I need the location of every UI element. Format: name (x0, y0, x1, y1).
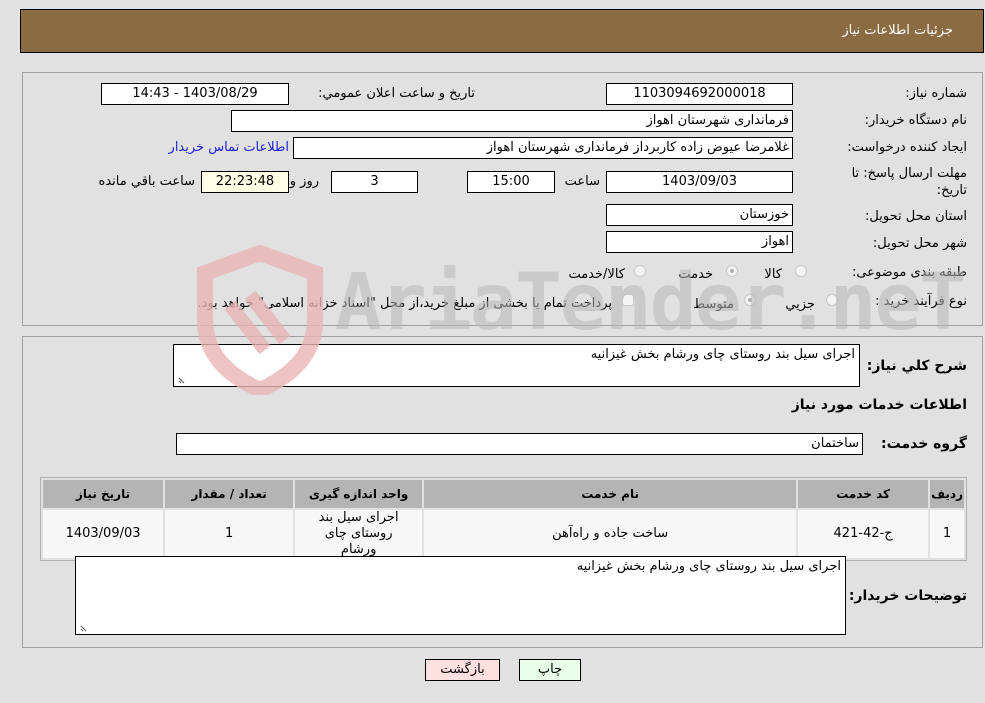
province-field[interactable]: خوزستان (606, 204, 793, 226)
announce-label: تاریخ و ساعت اعلان عمومي: (318, 86, 475, 101)
summary-textarea[interactable]: اجرای سیل بند روستای چای ورشام بخش غیزان… (173, 344, 860, 387)
cell-quantity: 1 (165, 510, 294, 558)
deadline-label: مهلت ارسال پاسخ: تا تاریخ: (851, 166, 967, 198)
services-table: ردیف کد خدمت نام خدمت واحد اندازه گیری ت… (40, 477, 967, 561)
process-option-medium: متوسط (693, 297, 734, 312)
category-label: طبقه بندی موضوعی: (851, 265, 967, 280)
cell-unit: اجرای سیل بند روستای چای ورشام (295, 510, 423, 558)
category-radio-goods-service[interactable] (634, 265, 646, 277)
cell-row-number: 1 (930, 510, 964, 558)
buyer-contact-link[interactable]: اطلاعات تماس خریدار (169, 140, 289, 155)
table-row: 1 ج-42-421 ساخت جاده و راه‌آهن اجرای سیل… (43, 510, 964, 558)
resize-grip-icon[interactable] (177, 374, 187, 384)
page-title: جزئیات اطلاعات نیاز (842, 23, 953, 38)
announce-field[interactable]: 1403/08/29 - 14:43 (101, 83, 289, 105)
cell-service-name: ساخت جاده و راه‌آهن (424, 510, 797, 558)
col-quantity: تعداد / مقدار (165, 480, 294, 508)
print-button[interactable]: چاپ (519, 659, 581, 681)
table-header-row: ردیف کد خدمت نام خدمت واحد اندازه گیری ت… (43, 480, 964, 508)
service-group-field[interactable]: ساختمان (176, 433, 863, 455)
process-option-minor: جزيي (785, 297, 815, 312)
buyer-org-label: نام دستگاه خریدار: (864, 113, 967, 128)
deadline-date-field[interactable]: 1403/09/03 (606, 171, 793, 193)
process-label: نوع فرآیند خرید : (875, 294, 967, 309)
buyer-org-field[interactable]: فرمانداری شهرستان اهواز (231, 110, 793, 132)
service-group-label: گروه خدمت: (881, 436, 967, 452)
treasury-checkbox[interactable] (622, 294, 634, 306)
process-radio-minor[interactable] (826, 294, 838, 306)
col-service-name: نام خدمت (424, 480, 797, 508)
creator-label: ایجاد کننده درخواست: (847, 140, 967, 155)
category-option-goods-service: کالا/خدمت (568, 267, 625, 282)
process-radio-medium[interactable] (744, 294, 756, 306)
resize-grip-icon[interactable] (79, 622, 89, 632)
services-section-title: اطلاعات خدمات مورد نیاز (791, 397, 967, 413)
col-unit: واحد اندازه گیری (295, 480, 423, 508)
buyer-notes-text: اجرای سیل بند روستای چای ورشام بخش غیزان… (576, 559, 841, 574)
need-number-label: شماره نیاز: (905, 86, 967, 101)
days-remaining-field[interactable]: 3 (331, 171, 418, 193)
col-row-number: ردیف (930, 480, 964, 508)
days-label: روز و (289, 174, 319, 189)
category-option-service: خدمت (678, 267, 713, 282)
deadline-time-field[interactable]: 15:00 (467, 171, 555, 193)
city-label: شهر محل تحویل: (872, 236, 967, 251)
deadline-time-label: ساعت (564, 174, 600, 189)
city-field[interactable]: اهواز (606, 231, 793, 253)
back-button[interactable]: بازگشت (425, 659, 500, 681)
province-label: استان محل تحویل: (865, 209, 967, 224)
col-need-date: تاریخ نیاز (43, 480, 164, 508)
page-header: جزئیات اطلاعات نیاز (20, 9, 984, 53)
category-radio-goods[interactable] (795, 265, 807, 277)
buyer-notes-textarea[interactable]: اجرای سیل بند روستای چای ورشام بخش غیزان… (75, 556, 846, 635)
creator-field[interactable]: غلامرضا عیوض زاده کاربرداز فرمانداری شهر… (293, 137, 793, 159)
summary-text: اجرای سیل بند روستای چای ورشام بخش غیزان… (590, 347, 855, 362)
remaining-time-field: 22:23:48 (201, 171, 289, 193)
buyer-notes-label: توضیحات خریدار: (848, 588, 967, 604)
cell-service-code: ج-42-421 (798, 510, 929, 558)
need-number-field[interactable]: 1103094692000018 (606, 83, 793, 105)
col-service-code: کد خدمت (798, 480, 929, 508)
category-option-goods: کالا (764, 267, 782, 282)
summary-label: شرح کلي نیاز: (866, 358, 967, 374)
remaining-time-label: ساعت باقي مانده (98, 174, 195, 189)
category-radio-service[interactable] (726, 265, 738, 277)
treasury-note: پرداخت تمام یا بخشی از مبلغ خرید،از محل … (197, 296, 612, 311)
cell-need-date: 1403/09/03 (43, 510, 164, 558)
